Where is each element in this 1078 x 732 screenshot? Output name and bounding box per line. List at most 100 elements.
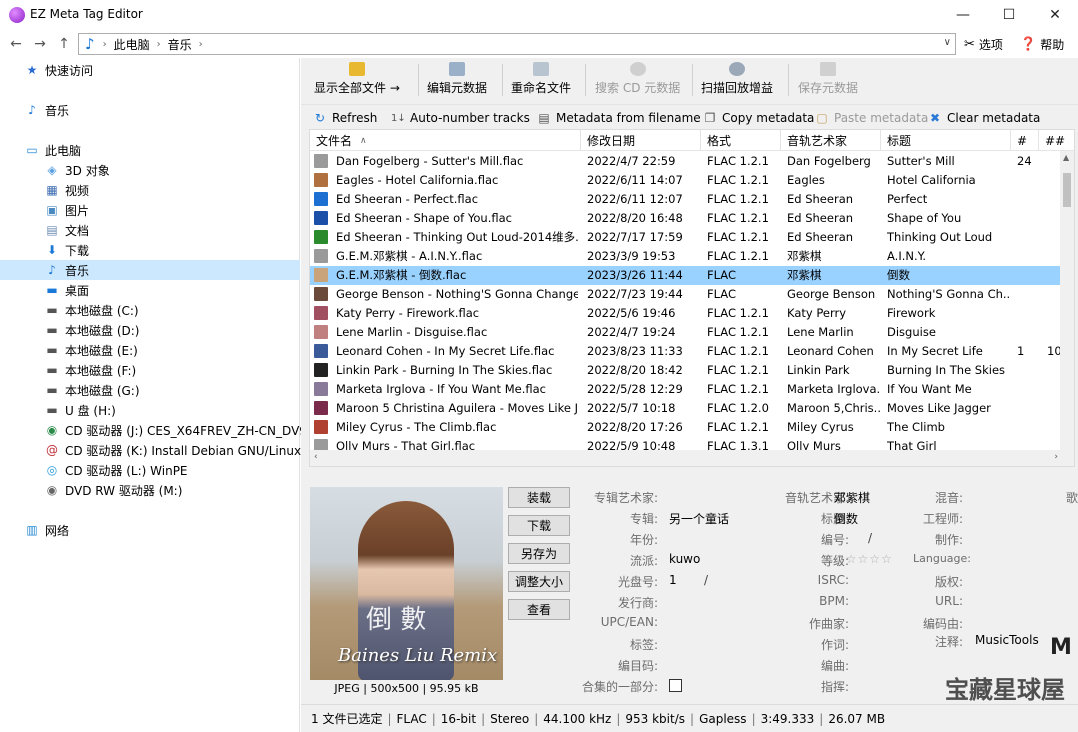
save-cover-as-button[interactable]: 另存为 <box>508 543 570 564</box>
scroll-up-icon[interactable]: ▲ <box>1063 153 1069 162</box>
column-header-artist[interactable]: 音轨艺术家 <box>781 130 881 151</box>
comment-value[interactable]: MusicTools <box>975 633 1039 647</box>
cell-n <box>1017 304 1039 323</box>
resize-cover-button[interactable]: 调整大小 <box>508 571 570 592</box>
minimize-button[interactable]: — <box>940 0 986 30</box>
track-artist-value[interactable]: 邓紫棋 <box>834 489 870 506</box>
column-header-number[interactable]: # <box>1011 130 1039 151</box>
download-cover-button[interactable]: 下载 <box>508 515 570 536</box>
horizontal-scrollbar[interactable]: ‹ › <box>310 450 1074 466</box>
rating-stars-icon[interactable]: ☆☆☆☆☆ <box>834 552 893 566</box>
column-header-title[interactable]: 标题 <box>881 130 1011 151</box>
title-value[interactable]: 倒数 <box>834 510 858 527</box>
cell-file: Eagles - Hotel California.flac <box>336 173 499 187</box>
save-metadata-button[interactable]: 保存元数据 <box>798 62 858 98</box>
column-header-format[interactable]: 格式 <box>701 130 781 151</box>
cell-fmt: FLAC 1.2.1 <box>707 382 769 396</box>
sidebar-item-label: CD 驱动器 (J:) CES_X64FREV_ZH-CN_DV9 <box>65 423 307 438</box>
sidebar-item-drive-f[interactable]: ▬ 本地磁盘 (F:) <box>44 360 136 380</box>
table-row[interactable]: Ed Sheeran - Perfect.flac 2022/6/11 12:07… <box>310 190 1062 209</box>
cell-artist: Leonard Cohen <box>787 344 874 358</box>
sidebar-item-drive-e[interactable]: ▬ 本地磁盘 (E:) <box>44 340 137 360</box>
column-header-filename[interactable]: 文件名 ∧ <box>310 130 581 151</box>
lyrics-label: 歌词 <box>1065 491 1078 505</box>
up-arrow-icon[interactable]: ↑ <box>54 34 74 54</box>
cell-n: 24 <box>1017 154 1032 168</box>
chevron-down-icon[interactable]: ∨ <box>944 37 951 48</box>
table-row[interactable]: George Benson - Nothing'S Gonna Change .… <box>310 285 1062 304</box>
column-header-number2[interactable]: ## <box>1039 130 1074 151</box>
column-header-modified[interactable]: 修改日期 <box>581 130 701 151</box>
table-row[interactable]: Linkin Park - Burning In The Skies.flac 2… <box>310 361 1062 380</box>
sidebar-item-music[interactable]: ♪ 音乐 <box>44 260 89 280</box>
sidebar-item-cd-l[interactable]: ◎ CD 驱动器 (L:) WinPE <box>44 460 188 480</box>
view-cover-button[interactable]: 查看 <box>508 599 570 620</box>
edit-metadata-button[interactable]: 编辑元数据 <box>427 62 487 98</box>
album-value[interactable]: 另一个童话 <box>669 510 729 527</box>
sidebar-item-downloads[interactable]: ⬇ 下载 <box>44 240 89 260</box>
help-label: 帮助 <box>1040 38 1065 52</box>
table-row[interactable]: Miley Cyrus - The Climb.flac 2022/8/20 17… <box>310 418 1062 437</box>
breadcrumb-music[interactable]: 音乐 <box>168 36 192 53</box>
sidebar-item-dvd-m[interactable]: ◉ DVD RW 驱动器 (M:) <box>44 480 183 500</box>
sidebar-item-pictures[interactable]: ▣ 图片 <box>44 200 89 220</box>
table-row[interactable]: Marketa Irglova - If You Want Me.flac 202… <box>310 380 1062 399</box>
sidebar-item-drive-d[interactable]: ▬ 本地磁盘 (D:) <box>44 320 139 340</box>
cell-n <box>1017 266 1039 285</box>
auto-number-tracks-button[interactable]: 1↓ Auto-number tracks <box>391 109 530 127</box>
rename-files-button[interactable]: 重命名文件 <box>511 62 571 98</box>
sidebar-item-3d-objects[interactable]: ◈ 3D 对象 <box>44 160 110 180</box>
search-cd-metadata-button[interactable]: 搜索 CD 元数据 <box>595 62 680 98</box>
paste-metadata-button[interactable]: ▢ Paste metadata <box>815 109 928 127</box>
table-row[interactable]: Eagles - Hotel California.flac 2022/6/11 … <box>310 171 1062 190</box>
sidebar-item-videos[interactable]: ▦ 视频 <box>44 180 89 200</box>
help-button[interactable]: ❓ 帮助 <box>1020 36 1064 53</box>
table-row[interactable]: Lene Marlin - Disguise.flac 2022/4/7 19:2… <box>310 323 1062 342</box>
cell-date: 2022/5/7 10:18 <box>587 401 676 415</box>
back-arrow-icon[interactable]: ← <box>6 34 26 54</box>
copy-metadata-button[interactable]: ❐ Copy metadata <box>703 109 815 127</box>
sidebar-item-documents[interactable]: ▤ 文档 <box>44 220 89 240</box>
vertical-scrollbar[interactable]: ▲ <box>1060 151 1074 451</box>
scan-replay-gain-button[interactable]: 扫描回放增益 <box>701 62 773 98</box>
close-button[interactable]: ✕ <box>1032 0 1078 30</box>
sidebar-item-label: 3D 对象 <box>65 163 110 178</box>
disc-number-value[interactable]: 1 <box>669 573 677 587</box>
sidebar-item-network[interactable]: ▥ 网络 <box>24 520 69 540</box>
sidebar-item-cd-j[interactable]: ◉ CD 驱动器 (J:) CES_X64FREV_ZH-CN_DV9 <box>44 420 307 440</box>
sidebar-item-this-pc[interactable]: ▭ 此电脑 <box>24 140 81 160</box>
sidebar-item-quick-access[interactable]: ★ 快速访问 <box>24 60 93 80</box>
scroll-left-icon[interactable]: ‹ <box>314 452 318 462</box>
refresh-button[interactable]: ↻ Refresh <box>313 109 377 127</box>
options-button[interactable]: ✂ 选项 <box>964 36 1003 53</box>
table-row[interactable]: Leonard Cohen - In My Secret Life.flac 20… <box>310 342 1062 361</box>
compilation-checkbox[interactable] <box>669 679 682 692</box>
forward-arrow-icon[interactable]: → <box>30 34 50 54</box>
scroll-right-icon[interactable]: › <box>1054 452 1058 462</box>
table-row[interactable]: G.E.M.邓紫棋 - 倒数.flac 2023/3/26 11:44 FLAC 邓紫… <box>310 266 1062 285</box>
table-row[interactable]: Dan Fogelberg - Sutter's Mill.flac 2022/4… <box>310 152 1062 171</box>
metadata-from-filename-button[interactable]: ▤ Metadata from filename <box>537 109 700 127</box>
table-row[interactable]: Maroon 5 Christina Aguilera - Moves Like… <box>310 399 1062 418</box>
table-row[interactable]: Katy Perry - Firework.flac 2022/5/6 19:46… <box>310 304 1062 323</box>
sidebar-item-desktop[interactable]: ▬ 桌面 <box>44 280 89 300</box>
sidebar-item-drive-g[interactable]: ▬ 本地磁盘 (G:) <box>44 380 139 400</box>
breadcrumb-this-pc[interactable]: 此电脑 <box>114 36 150 53</box>
sidebar-item-cd-k[interactable]: @ CD 驱动器 (K:) Install Debian GNU/Linux <box>44 440 301 460</box>
clear-metadata-button[interactable]: ✖ Clear metadata <box>928 109 1040 127</box>
maximize-button[interactable]: ☐ <box>986 0 1032 30</box>
sidebar-item-music-pinned[interactable]: ♪ 音乐 <box>24 100 69 120</box>
table-row[interactable]: G.E.M.邓紫棋 - A.I.N.Y..flac 2023/3/9 19:53 F… <box>310 247 1062 266</box>
sidebar-item-drive-c[interactable]: ▬ 本地磁盘 (C:) <box>44 300 138 320</box>
show-all-files-button[interactable]: 显示全部文件 → <box>314 62 400 98</box>
genre-value[interactable]: kuwo <box>669 552 700 566</box>
table-row[interactable]: Ed Sheeran - Shape of You.flac 2022/8/20 … <box>310 209 1062 228</box>
status-item: FLAC <box>396 711 427 726</box>
table-row[interactable]: Ed Sheeran - Thinking Out Loud-2014维多...… <box>310 228 1062 247</box>
sidebar-item-usb-h[interactable]: ▬ U 盘 (H:) <box>44 400 116 420</box>
bpm-label: BPM: <box>819 594 849 608</box>
address-bar[interactable]: ♪ › 此电脑 › 音乐 › ∨ <box>78 33 956 55</box>
status-separator: | <box>690 711 695 726</box>
scrollbar-thumb[interactable] <box>1063 173 1071 207</box>
load-cover-button[interactable]: 装载 <box>508 487 570 508</box>
